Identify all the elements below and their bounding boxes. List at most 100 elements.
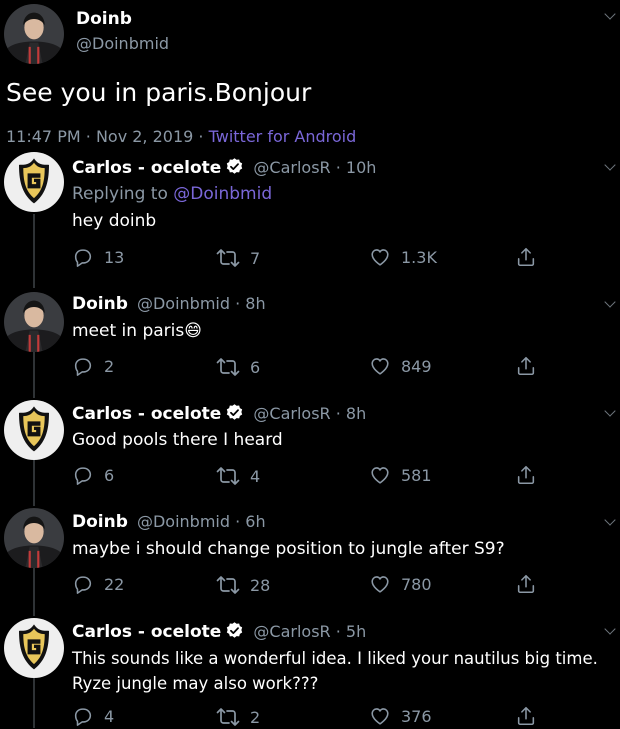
reply-author-name[interactable]: Carlos - ocelote — [72, 404, 221, 424]
like-count: 849 — [401, 356, 432, 376]
share-icon — [515, 464, 537, 486]
reply-text: hey doinb — [72, 211, 157, 231]
avatar-g2-image — [4, 152, 64, 212]
chevron-down-icon[interactable] — [604, 8, 616, 20]
retweet-icon — [216, 464, 240, 488]
avatar[interactable] — [4, 400, 64, 460]
retweet-button[interactable]: 6 — [216, 355, 260, 379]
share-button[interactable] — [515, 573, 537, 595]
tweet-date[interactable]: Nov 2, 2019 — [96, 127, 193, 146]
like-button[interactable]: 780 — [369, 573, 432, 595]
chevron-down-icon[interactable] — [604, 623, 616, 635]
like-button[interactable]: 376 — [369, 705, 432, 727]
reply-author-name[interactable]: Doinb — [72, 512, 128, 532]
retweet-count: 4 — [250, 466, 261, 486]
retweet-icon — [216, 705, 240, 729]
share-icon — [515, 573, 537, 595]
retweet-button[interactable]: 28 — [216, 573, 270, 597]
tweet-text: See you in paris.Bonjour — [6, 78, 312, 107]
reply-count: 6 — [104, 465, 115, 485]
retweet-button[interactable]: 2 — [216, 705, 260, 729]
verified-icon — [225, 403, 244, 422]
reply-count: 4 — [104, 706, 115, 726]
share-icon — [515, 705, 537, 727]
avatar[interactable] — [4, 4, 64, 64]
avatar[interactable] — [4, 292, 64, 352]
like-button[interactable]: 1.3K — [369, 246, 437, 268]
like-icon — [369, 246, 391, 268]
author-name[interactable]: Doinb — [76, 9, 132, 29]
chevron-down-icon[interactable] — [604, 296, 616, 308]
like-button[interactable]: 849 — [369, 355, 432, 377]
reply-text-line: Ryze jungle may also work??? — [72, 674, 319, 693]
share-button[interactable] — [515, 355, 537, 377]
avatar[interactable] — [4, 508, 64, 568]
like-icon — [369, 355, 391, 377]
retweet-icon — [216, 573, 240, 597]
reply-author-handle[interactable]: @CarlosR — [253, 622, 330, 641]
chevron-down-icon[interactable] — [604, 159, 616, 171]
reply-author-handle[interactable]: @CarlosR — [253, 158, 330, 177]
reply-icon — [72, 573, 94, 595]
meta-separator: · — [198, 127, 204, 146]
retweet-count: 2 — [250, 707, 261, 727]
chevron-down-icon[interactable] — [604, 405, 616, 417]
reply-icon — [72, 355, 94, 377]
thread-line — [33, 460, 35, 506]
avatar-g2-image — [4, 400, 64, 460]
author-handle[interactable]: @Doinbmid — [76, 34, 169, 53]
reply-button[interactable]: 2 — [72, 355, 114, 377]
like-count: 376 — [401, 706, 432, 726]
retweet-button[interactable]: 4 — [216, 464, 260, 488]
reply-text: maybe i should change position to jungle… — [72, 539, 505, 559]
retweet-count: 28 — [250, 575, 271, 595]
reply-text: This sounds like a wonderful idea. I lik… — [72, 646, 598, 696]
thread-line — [33, 568, 35, 616]
reply-author-name[interactable]: Carlos - ocelote — [72, 158, 221, 178]
reply-button[interactable]: 6 — [72, 464, 114, 486]
reply-icon — [72, 705, 94, 727]
reply-author-handle[interactable]: @Doinbmid — [137, 294, 230, 313]
reply-text-line: This sounds like a wonderful idea. I lik… — [72, 649, 598, 668]
reply-header: Carlos - ocelote @CarlosR · 5h — [72, 621, 366, 642]
share-icon — [515, 355, 537, 377]
reply-header: Doinb @Doinbmid · 8h — [72, 294, 266, 314]
avatar[interactable] — [4, 152, 64, 212]
avatar-doinb-image — [4, 508, 64, 568]
reply-icon — [72, 246, 94, 268]
reply-author-name[interactable]: Doinb — [72, 294, 128, 314]
avatar[interactable] — [4, 618, 64, 678]
reply-author-handle[interactable]: @CarlosR — [253, 404, 330, 423]
reply-age[interactable]: · 10h — [336, 158, 377, 177]
avatar-doinb-image — [4, 4, 64, 64]
reply-age[interactable]: · 8h — [336, 404, 367, 423]
chevron-down-icon[interactable] — [604, 514, 616, 526]
share-button[interactable] — [515, 705, 537, 727]
reply-text: Good pools there I heard — [72, 430, 283, 450]
replying-to-link[interactable]: @Doinbmid — [173, 184, 272, 204]
reply-age[interactable]: · 5h — [336, 622, 367, 641]
retweet-button[interactable]: 7 — [216, 246, 260, 270]
reply-button[interactable]: 22 — [72, 573, 124, 595]
tweet-time: 11:47 PM — [6, 127, 81, 146]
share-button[interactable] — [515, 464, 537, 486]
like-icon — [369, 705, 391, 727]
like-icon — [369, 464, 391, 486]
like-button[interactable]: 581 — [369, 464, 432, 486]
reply-author-name[interactable]: Carlos - ocelote — [72, 622, 221, 642]
share-button[interactable] — [515, 246, 537, 268]
retweet-icon — [216, 246, 240, 270]
tweet-source[interactable]: Twitter for Android — [209, 127, 357, 146]
reply-author-handle[interactable]: @Doinbmid — [137, 512, 230, 531]
reply-age[interactable]: · 8h — [235, 294, 266, 313]
reply-button[interactable]: 4 — [72, 705, 114, 727]
thread-line — [33, 350, 35, 398]
reply-age[interactable]: · 6h — [235, 512, 266, 531]
reply-header: Doinb @Doinbmid · 6h — [72, 512, 266, 532]
reply-count: 13 — [104, 247, 125, 267]
reply-text: meet in paris😄 — [72, 321, 202, 341]
reply-button[interactable]: 13 — [72, 246, 124, 268]
like-icon — [369, 573, 391, 595]
like-count: 780 — [401, 574, 432, 594]
reply-header: Carlos - ocelote @CarlosR · 8h — [72, 403, 366, 424]
